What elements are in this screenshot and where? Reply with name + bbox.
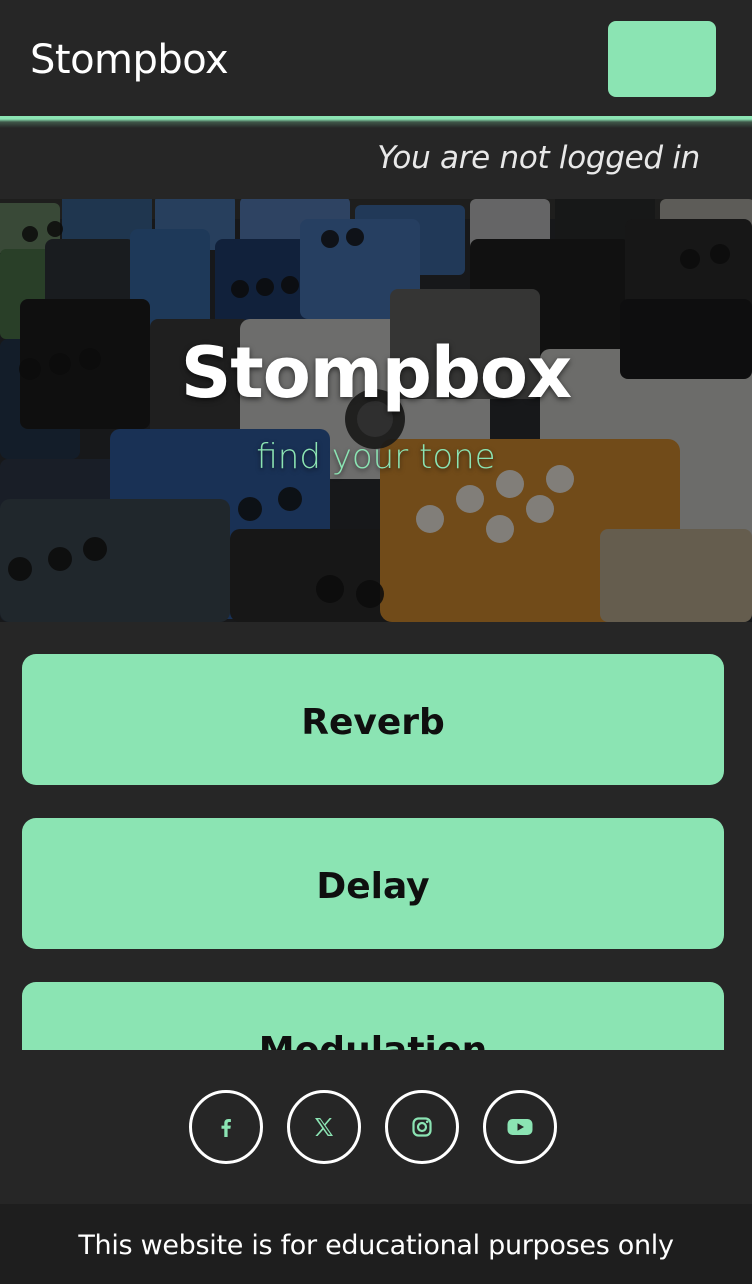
navbar: Stompbox (0, 0, 752, 116)
login-status: You are not logged in (377, 140, 700, 176)
x-link[interactable] (287, 1090, 361, 1164)
facebook-icon (221, 1119, 231, 1137)
category-list: Reverb Delay Modulation (0, 622, 752, 1050)
category-button-reverb[interactable]: Reverb (22, 654, 724, 785)
brand-link[interactable]: Stompbox (30, 34, 229, 86)
footer: This website is for educational purposes… (0, 1204, 752, 1284)
category-button-modulation[interactable]: Modulation (22, 982, 724, 1050)
youtube-link[interactable] (483, 1090, 557, 1164)
hero-subtitle: find your tone (256, 437, 496, 477)
hero-banner: Stompbox find your tone (0, 199, 752, 622)
instagram-link[interactable] (385, 1090, 459, 1164)
footer-disclaimer: This website is for educational purposes… (78, 1230, 674, 1261)
facebook-link[interactable] (189, 1090, 263, 1164)
x-icon (315, 1118, 333, 1136)
youtube-icon (507, 1119, 533, 1135)
hero-title: Stompbox (180, 332, 572, 414)
menu-toggle-button[interactable] (608, 21, 716, 97)
category-button-delay[interactable]: Delay (22, 818, 724, 949)
instagram-icon (412, 1117, 432, 1137)
navbar-accent-border (0, 116, 752, 128)
social-links (0, 1090, 752, 1164)
